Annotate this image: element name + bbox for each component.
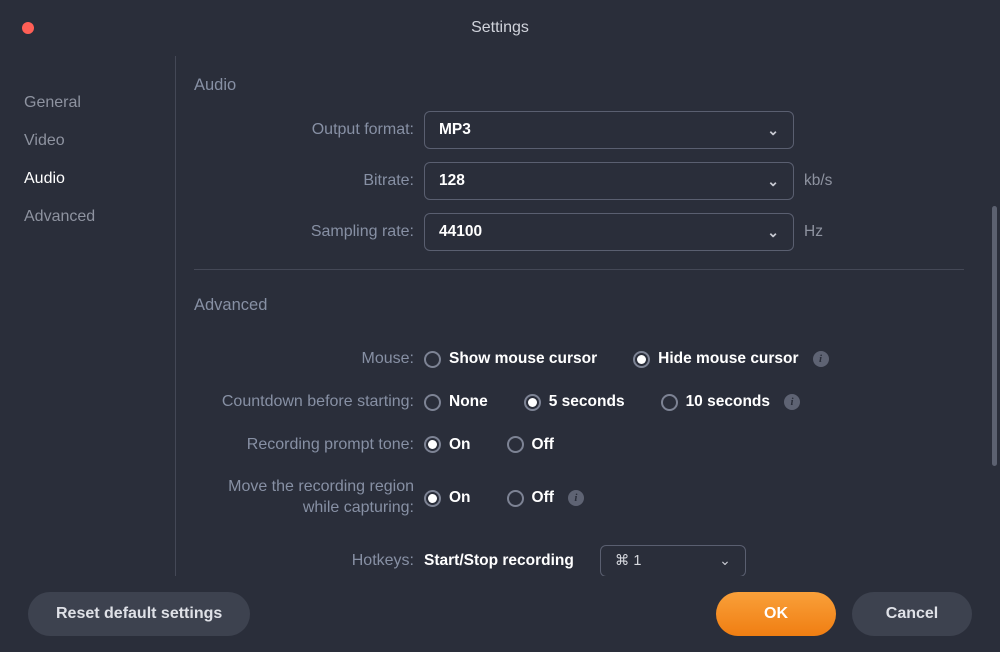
- radio-opt-countdown-5[interactable]: 5 seconds: [524, 393, 625, 411]
- info-icon[interactable]: i: [568, 490, 584, 506]
- dropdown-value: ⌘ 1: [615, 553, 642, 569]
- window-title: Settings: [471, 19, 529, 37]
- unit-bitrate: kb/s: [804, 172, 832, 190]
- radio-icon: [507, 490, 524, 507]
- chevron-down-icon: ⌄: [767, 173, 779, 190]
- chevron-down-icon: ⌄: [767, 224, 779, 241]
- radio-label: Hide mouse cursor: [658, 350, 798, 368]
- radio-group-countdown: None 5 seconds 10 seconds i: [424, 393, 800, 411]
- info-icon[interactable]: i: [784, 394, 800, 410]
- radio-opt-show-cursor[interactable]: Show mouse cursor: [424, 350, 597, 368]
- radio-icon: [424, 394, 441, 411]
- label-output-format: Output format:: [194, 120, 424, 141]
- radio-icon: [633, 351, 650, 368]
- dropdown-hotkey[interactable]: ⌘ 1 ⌄: [600, 545, 746, 576]
- dropdown-bitrate[interactable]: 128 ⌄: [424, 162, 794, 200]
- row-mouse: Mouse: Show mouse cursor Hide mouse curs…: [194, 349, 964, 370]
- footer: Reset default settings OK Cancel: [0, 576, 1000, 652]
- unit-sampling-rate: Hz: [804, 223, 823, 241]
- radio-icon: [424, 490, 441, 507]
- content-body: General Video Audio Advanced Audio Outpu…: [0, 56, 1000, 576]
- sidebar-item-video[interactable]: Video: [20, 122, 155, 160]
- label-countdown: Countdown before starting:: [194, 392, 424, 413]
- radio-group-move-region: On Off i: [424, 489, 584, 507]
- cancel-button[interactable]: Cancel: [852, 592, 972, 636]
- label-bitrate: Bitrate:: [194, 171, 424, 192]
- dropdown-value: 44100: [439, 223, 482, 241]
- label-sampling-rate: Sampling rate:: [194, 222, 424, 243]
- dropdown-value: MP3: [439, 121, 471, 139]
- sidebar-item-audio[interactable]: Audio: [20, 160, 155, 198]
- dropdown-value: 128: [439, 172, 465, 190]
- label-mouse: Mouse:: [194, 349, 424, 370]
- row-bitrate: Bitrate: 128 ⌄ kb/s: [194, 162, 964, 200]
- radio-icon: [661, 394, 678, 411]
- radio-opt-prompt-on[interactable]: On: [424, 436, 471, 454]
- hotkey-action: Start/Stop recording: [424, 552, 574, 570]
- radio-opt-countdown-10[interactable]: 10 seconds: [661, 393, 770, 411]
- chevron-down-icon: ⌄: [767, 122, 779, 139]
- sidebar-item-general[interactable]: General: [20, 84, 155, 122]
- radio-opt-prompt-off[interactable]: Off: [507, 436, 554, 454]
- titlebar: Settings: [0, 0, 1000, 56]
- settings-panel: Audio Output format: MP3 ⌄ Bitrate: 128 …: [176, 56, 1000, 576]
- label-hotkeys: Hotkeys:: [194, 551, 424, 572]
- radio-icon: [507, 436, 524, 453]
- row-prompt-tone: Recording prompt tone: On Off: [194, 435, 964, 456]
- radio-label: Show mouse cursor: [449, 350, 597, 368]
- radio-label: None: [449, 393, 488, 411]
- row-countdown: Countdown before starting: None 5 second…: [194, 392, 964, 413]
- radio-opt-move-off[interactable]: Off: [507, 489, 554, 507]
- row-output-format: Output format: MP3 ⌄: [194, 111, 964, 149]
- radio-icon: [524, 394, 541, 411]
- chevron-down-icon: ⌄: [719, 552, 731, 569]
- info-icon[interactable]: i: [813, 351, 829, 367]
- row-sampling-rate: Sampling rate: 44100 ⌄ Hz: [194, 213, 964, 251]
- label-prompt-tone: Recording prompt tone:: [194, 435, 424, 456]
- radio-label: 5 seconds: [549, 393, 625, 411]
- sidebar-item-advanced[interactable]: Advanced: [20, 198, 155, 236]
- label-move-region: Move the recording region while capturin…: [194, 477, 424, 519]
- radio-icon: [424, 351, 441, 368]
- close-window-icon[interactable]: [22, 22, 34, 34]
- dropdown-output-format[interactable]: MP3 ⌄: [424, 111, 794, 149]
- row-move-region: Move the recording region while capturin…: [194, 477, 964, 519]
- section-title-advanced: Advanced: [194, 286, 964, 331]
- dropdown-sampling-rate[interactable]: 44100 ⌄: [424, 213, 794, 251]
- divider: [194, 269, 964, 270]
- radio-label: 10 seconds: [686, 393, 770, 411]
- radio-group-mouse: Show mouse cursor Hide mouse cursor i: [424, 350, 829, 368]
- radio-opt-move-on[interactable]: On: [424, 489, 471, 507]
- radio-icon: [424, 436, 441, 453]
- radio-label: Off: [532, 436, 554, 454]
- radio-group-prompt-tone: On Off: [424, 436, 554, 454]
- radio-label: On: [449, 436, 471, 454]
- section-title-audio: Audio: [194, 66, 964, 111]
- radio-opt-countdown-none[interactable]: None: [424, 393, 488, 411]
- radio-label: Off: [532, 489, 554, 507]
- ok-button[interactable]: OK: [716, 592, 836, 636]
- radio-label: On: [449, 489, 471, 507]
- sidebar: General Video Audio Advanced: [0, 56, 176, 576]
- radio-opt-hide-cursor[interactable]: Hide mouse cursor: [633, 350, 798, 368]
- scrollbar[interactable]: [992, 206, 997, 466]
- reset-defaults-button[interactable]: Reset default settings: [28, 592, 250, 636]
- row-hotkeys: Hotkeys: Start/Stop recording ⌘ 1 ⌄: [194, 545, 964, 576]
